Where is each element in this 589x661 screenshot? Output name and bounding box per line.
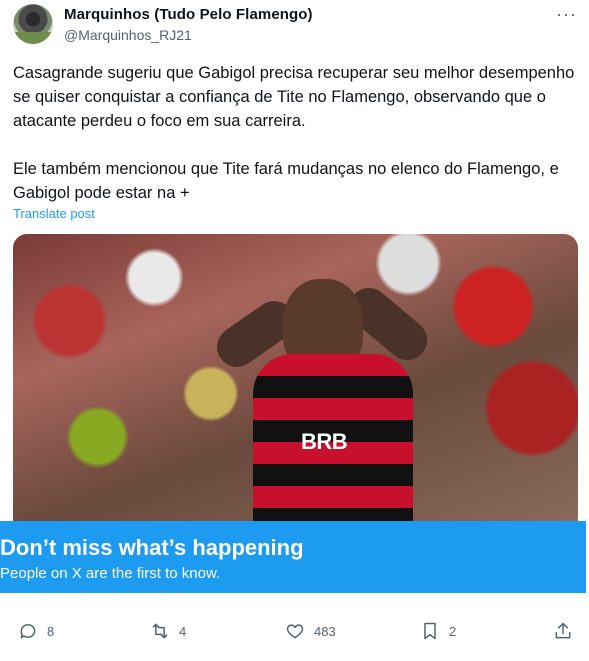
- ellipsis-icon[interactable]: ···: [556, 4, 577, 25]
- bookmark-count: 2: [449, 623, 457, 639]
- shirt-sponsor: BRB: [301, 429, 348, 454]
- share-button[interactable]: [553, 614, 573, 648]
- reply-icon: [20, 624, 36, 639]
- bookmark-button[interactable]: 2: [420, 614, 456, 648]
- tweet: Marquinhos (Tudo Pelo Flamengo) @Marquin…: [0, 0, 589, 661]
- repost-button[interactable]: 4: [150, 614, 186, 648]
- bookmark-icon: [424, 622, 436, 640]
- post-paragraph: Casagrande sugeriu que Gabigol precisa r…: [13, 64, 575, 130]
- repost-icon: [152, 623, 168, 639]
- post-paragraph: Ele também mencionou que Tite fará mudan…: [13, 160, 559, 202]
- heart-icon: [286, 624, 304, 639]
- author-handle[interactable]: @Marquinhos_RJ21: [64, 27, 192, 43]
- post-image[interactable]: BRB: [13, 234, 578, 524]
- translate-post-link[interactable]: Translate post: [13, 206, 95, 221]
- share-icon: [555, 622, 571, 639]
- repost-count: 4: [179, 623, 187, 639]
- signup-banner[interactable]: Don’t miss what’s happening People on X …: [0, 521, 586, 593]
- author-display-name[interactable]: Marquinhos (Tudo Pelo Flamengo): [64, 6, 313, 23]
- like-button[interactable]: 483: [285, 614, 336, 648]
- avatar[interactable]: [13, 4, 53, 44]
- like-count: 483: [314, 623, 336, 639]
- reply-button[interactable]: 8: [18, 614, 54, 648]
- post-text: Casagrande sugeriu que Gabigol precisa r…: [13, 61, 578, 205]
- action-bar: 8 4 483 2: [0, 614, 589, 648]
- banner-title: Don’t miss what’s happening: [0, 535, 304, 560]
- banner-subtitle: People on X are the first to know.: [0, 565, 221, 582]
- reply-count: 8: [47, 623, 55, 639]
